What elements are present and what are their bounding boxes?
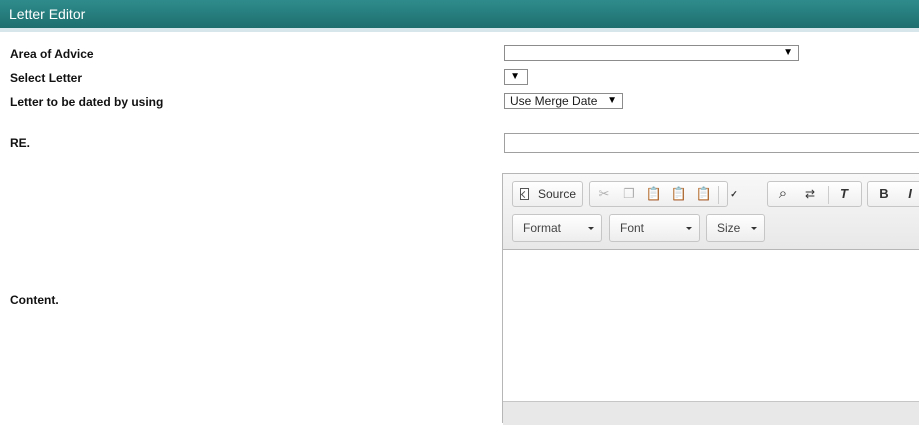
cut-icon[interactable]: ✂ <box>594 185 614 203</box>
italic-button[interactable]: I <box>900 185 919 203</box>
size-dropdown[interactable]: Size <box>706 214 765 242</box>
dated-by-value: Use Merge Date <box>510 94 598 108</box>
format-label: Format <box>523 221 562 235</box>
source-label: Source <box>538 187 577 201</box>
toolbar-separator <box>828 186 829 204</box>
editor-toolbar: Source ✂ ❐ 📋 📋 📋 ✓ ⌕ ⇄ T B I Format Font <box>503 174 919 250</box>
paste-word-icon[interactable]: 📋 <box>694 185 714 203</box>
dated-by-label: Letter to be dated by using <box>10 95 164 109</box>
format-dropdown[interactable]: Format <box>512 214 602 242</box>
find-group: ⌕ ⇄ T <box>767 181 862 207</box>
spellcheck-icon[interactable]: ✓ <box>724 185 744 203</box>
dropdown-arrow-icon: ▼ <box>607 95 617 106</box>
replace-icon[interactable]: ⇄ <box>800 185 820 203</box>
dated-by-select[interactable]: Use Merge Date ▼ <box>504 93 623 109</box>
area-of-advice-select[interactable]: ▼ <box>504 45 799 61</box>
window-titlebar: Letter Editor <box>0 0 919 32</box>
copy-icon[interactable]: ❐ <box>619 185 639 203</box>
area-of-advice-label: Area of Advice <box>10 47 94 61</box>
font-dropdown[interactable]: Font <box>609 214 700 242</box>
source-icon <box>520 188 529 200</box>
toolbar-separator <box>718 186 719 204</box>
search-icon[interactable]: ⌕ <box>773 185 793 203</box>
paste-text-icon[interactable]: 📋 <box>669 185 689 203</box>
basic-style-group: B I <box>867 181 919 207</box>
paste-icon[interactable]: 📋 <box>644 185 664 203</box>
source-button[interactable]: Source <box>512 181 583 207</box>
select-letter-select[interactable]: ▼ <box>504 69 528 85</box>
chevron-down-icon <box>588 227 594 230</box>
window-title: Letter Editor <box>9 6 86 22</box>
clipboard-group: ✂ ❐ 📋 📋 📋 ✓ <box>589 181 738 207</box>
dropdown-arrow-icon: ▼ <box>783 47 793 58</box>
editor-content-area[interactable] <box>503 250 919 400</box>
select-letter-label: Select Letter <box>10 71 83 85</box>
font-label: Font <box>620 221 645 235</box>
remove-format-icon[interactable]: T <box>834 185 854 203</box>
dropdown-arrow-icon: ▼ <box>510 71 520 82</box>
chevron-down-icon <box>751 227 757 230</box>
rich-text-editor: Source ✂ ❐ 📋 📋 📋 ✓ ⌕ ⇄ T B I Format Font <box>502 173 919 425</box>
editor-status-bar <box>503 401 919 425</box>
content-label: Content. <box>10 293 59 307</box>
bold-button[interactable]: B <box>874 185 894 203</box>
re-label: RE. <box>10 136 31 150</box>
size-label: Size <box>717 221 741 235</box>
chevron-down-icon <box>686 227 692 230</box>
re-input[interactable] <box>504 133 919 153</box>
